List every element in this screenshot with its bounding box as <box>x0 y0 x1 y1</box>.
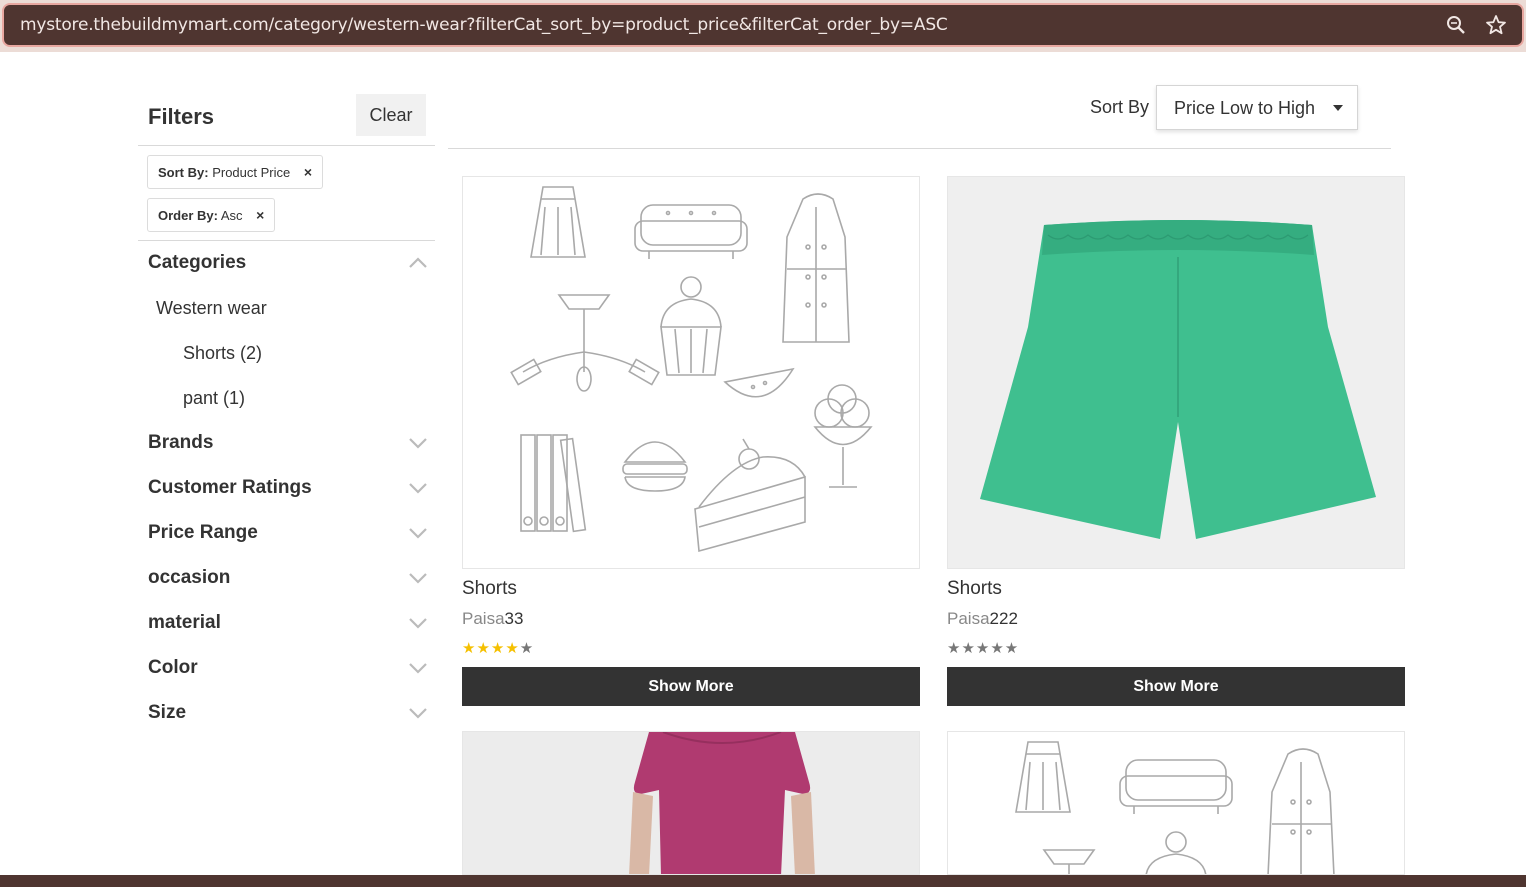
product-image[interactable] <box>462 731 920 875</box>
caret-down-icon <box>1333 105 1343 111</box>
chip-value: Product Price <box>212 165 291 180</box>
chevron-down-icon[interactable] <box>408 481 428 495</box>
price-value: 222 <box>989 609 1018 628</box>
show-more-button[interactable]: Show More <box>462 667 920 706</box>
zoom-icon[interactable] <box>1444 13 1468 37</box>
remove-chip-icon[interactable]: × <box>256 207 264 223</box>
rating-stars-empty: ★★★★★ <box>947 639 1020 657</box>
divider <box>138 145 435 146</box>
url-text[interactable]: mystore.thebuildmymart.com/category/west… <box>20 15 948 35</box>
bookmark-star-icon[interactable] <box>1484 13 1508 37</box>
green-shorts-image <box>980 220 1376 539</box>
facet-label: Brands <box>148 432 214 453</box>
facet-color[interactable]: Color <box>148 655 428 685</box>
price-value: 33 <box>504 609 524 628</box>
chip-key: Sort By: <box>158 165 209 180</box>
divider <box>138 240 435 241</box>
facet-material[interactable]: material <box>148 610 428 640</box>
placeholder-line-icons <box>1015 741 1335 874</box>
active-filter-chip-order[interactable]: Order By: Asc × <box>147 198 276 232</box>
facet-size[interactable]: Size <box>148 700 428 730</box>
bottom-bar <box>0 875 1526 887</box>
price-currency: Paisa <box>947 609 990 628</box>
chevron-down-icon[interactable] <box>408 571 428 585</box>
product-name[interactable]: Shorts <box>462 578 517 600</box>
show-more-button[interactable]: Show More <box>947 667 1405 706</box>
chevron-up-icon[interactable] <box>408 256 428 270</box>
browser-toolbar: mystore.thebuildmymart.com/category/west… <box>0 0 1526 52</box>
active-filter-chip-sort[interactable]: Sort By: Product Price × <box>147 155 324 189</box>
category-western-wear[interactable]: Western wear <box>156 298 267 319</box>
product-price: Paisa33 <box>462 609 523 629</box>
price-currency: Paisa <box>462 609 505 628</box>
chip-key: Order By: <box>158 208 218 223</box>
rating-stars-filled: ★★★★ <box>462 639 520 657</box>
pink-top-image <box>629 732 815 874</box>
facet-label: Categories <box>148 252 247 273</box>
chevron-down-icon[interactable] <box>408 616 428 630</box>
chevron-down-icon[interactable] <box>408 706 428 720</box>
facet-brands[interactable]: Brands <box>148 430 428 460</box>
chevron-down-icon[interactable] <box>408 436 428 450</box>
facet-label: Customer Ratings <box>148 477 312 498</box>
facet-label: Price Range <box>148 522 258 543</box>
filters-title: Filters <box>148 104 215 129</box>
facet-label: Color <box>148 657 198 678</box>
facet-label: Size <box>148 702 187 723</box>
chip-value: Asc <box>220 208 243 223</box>
product-rating: ★★★★★ <box>947 639 1019 657</box>
chevron-down-icon[interactable] <box>408 661 428 675</box>
rating-stars-empty: ★ <box>519 639 535 657</box>
product-image-placeholder[interactable] <box>947 731 1405 875</box>
product-name[interactable]: Shorts <box>947 578 1002 600</box>
chevron-down-icon[interactable] <box>408 526 428 540</box>
sort-select[interactable]: Price Low to High <box>1156 85 1358 130</box>
product-price: Paisa222 <box>947 609 1018 629</box>
subcategory-pant[interactable]: pant (1) <box>183 388 245 409</box>
clear-filters-button[interactable]: Clear <box>356 94 426 136</box>
facet-categories[interactable]: Categories <box>148 250 428 280</box>
facet-label: material <box>148 612 221 633</box>
remove-chip-icon[interactable]: × <box>304 164 312 180</box>
facet-price-range[interactable]: Price Range <box>148 520 428 550</box>
facet-occasion[interactable]: occasion <box>148 565 428 595</box>
facet-customer-ratings[interactable]: Customer Ratings <box>148 475 428 505</box>
sort-by-label: Sort By <box>1090 97 1150 117</box>
product-image[interactable] <box>947 176 1405 569</box>
sort-selected-value: Price Low to High <box>1174 98 1316 118</box>
product-image-placeholder[interactable] <box>462 176 920 569</box>
subcategory-shorts[interactable]: Shorts (2) <box>183 343 262 364</box>
facet-label: occasion <box>148 567 231 588</box>
placeholder-line-icons <box>510 186 873 553</box>
divider <box>448 148 1391 149</box>
product-rating: ★★★★★ <box>462 639 534 657</box>
address-bar[interactable]: mystore.thebuildmymart.com/category/west… <box>2 3 1524 47</box>
